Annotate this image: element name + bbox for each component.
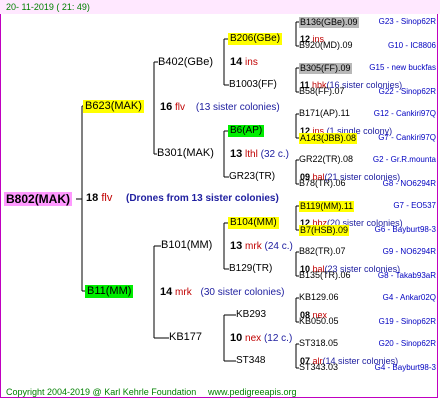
leaf-info: G9 - NO6294R — [382, 247, 436, 256]
leaf-name[interactable]: GR22(TR).08 — [299, 155, 353, 164]
n-b11-code: mrk — [175, 287, 192, 298]
n-b623-num: 16 — [160, 101, 173, 113]
n-b101-sis: (24 c.) — [264, 241, 293, 252]
leaf-info: G19 - Sinop62R — [378, 317, 436, 326]
n-b623[interactable]: B623(MAK) — [83, 100, 144, 113]
leaf-name[interactable]: B58(FF).07 — [299, 87, 345, 96]
leaf-info: G20 - Sinop62R — [378, 339, 436, 348]
root-fv-number: 18 — [86, 192, 99, 204]
n-b11-sis: (30 sister colonies) — [200, 287, 285, 298]
n-gr23[interactable]: GR23(TR) — [229, 172, 275, 182]
leaf-info: G7 - Cankiri97Q — [378, 133, 436, 142]
n-b101-code: mrk — [245, 241, 262, 252]
n-b104[interactable]: B104(MM) — [228, 217, 279, 229]
n-b101-fv: 13 mrk (24 c.) — [230, 241, 293, 252]
footer-copyright: Copyright 2004-2019 @ Karl Kehrle Founda… — [6, 387, 197, 397]
footer-url[interactable]: www.pedigreeapis.org — [208, 388, 297, 397]
leaf-name[interactable]: B78(TR).06 — [299, 179, 346, 188]
leaf-info: G6 - Bayburt98-3 — [374, 225, 436, 234]
leaf-name[interactable]: KB050.05 — [299, 317, 339, 326]
n-kb177-code: nex — [245, 333, 262, 344]
leaf-info: G8 - Takab93aR — [377, 271, 436, 280]
leaf-name[interactable]: B82(TR).07 — [299, 247, 346, 256]
root-fv: 18 flv — [86, 193, 112, 204]
leaf-name[interactable]: B135(TR).06 — [299, 271, 351, 280]
n-b11-num: 14 — [160, 286, 173, 298]
n-b1003[interactable]: B1003(FF) — [229, 80, 277, 90]
leaf-info: G2 - Gr.R.mounta — [372, 155, 436, 164]
leaf-name[interactable]: B7(HSB).09 — [299, 225, 350, 236]
root-drones: (Drones from 13 sister colonies) — [126, 193, 279, 204]
leaf-name[interactable]: ST318.05 — [299, 339, 338, 348]
n-kb177-num: 10 — [230, 332, 243, 344]
leaf-name[interactable]: B136(GBe).09 — [299, 17, 359, 28]
n-kb177[interactable]: KB177 — [169, 332, 202, 343]
n-b402-code: ins — [245, 57, 258, 68]
n-b301-code: lthl — [245, 149, 258, 160]
n-st348[interactable]: ST348 — [236, 356, 265, 366]
leaf-info: G22 - Sinop62R — [378, 87, 436, 96]
n-b623-fv: 16 flv (13 sister colonies) — [160, 102, 280, 113]
leaf-info: G23 - Sinop62R — [378, 17, 436, 26]
n-b11-fv: 14 mrk (30 sister colonies) — [160, 287, 284, 298]
n-b206[interactable]: B206(GBe) — [228, 33, 283, 45]
n-kb177-fv: 10 nex (12 c.) — [230, 333, 292, 344]
n-b101-num: 13 — [230, 240, 243, 252]
header-date: 20- 11-2019 ( 21: 49) — [6, 2, 90, 12]
n-b6[interactable]: B6(AP) — [228, 125, 265, 137]
n-b301-num: 13 — [230, 148, 243, 160]
leaf-info: G12 - Cankiri97Q — [373, 109, 436, 118]
n-b301[interactable]: B301(MAK) — [157, 148, 214, 159]
n-b11[interactable]: B11(MM) — [85, 285, 134, 298]
root-queen[interactable]: B802(MAK) — [4, 192, 73, 206]
leaf-info: G4 - Bayburt98-3 — [374, 363, 436, 372]
n-b301-fv: 13 lthl (32 c.) — [230, 149, 289, 160]
leaf-info: G7 - EO537 — [393, 201, 436, 210]
n-b301-sis: (32 c.) — [260, 149, 289, 160]
leaf-name[interactable]: B305(FF).09 — [299, 63, 352, 74]
n-b402-fv: 14 ins — [230, 57, 258, 68]
n-b101[interactable]: B101(MM) — [161, 240, 212, 251]
leaf-name[interactable]: ST343.03 — [299, 363, 338, 372]
n-b402-num: 14 — [230, 56, 243, 68]
n-b129[interactable]: B129(TR) — [229, 264, 272, 274]
leaf-info: G4 - Ankar02Q — [382, 293, 436, 302]
n-b402[interactable]: B402(GBe) — [158, 57, 213, 68]
leaf-info: G10 - IC8806 — [387, 41, 436, 50]
leaf-name[interactable]: B920(MD).09 — [299, 41, 353, 50]
leaf-name[interactable]: A143(JBB).08 — [299, 133, 358, 144]
n-kb293[interactable]: KB293 — [236, 310, 266, 320]
n-b623-code: flv — [175, 102, 186, 113]
root-fv-code: flv — [101, 192, 113, 204]
leaf-name[interactable]: B171(AP).11 — [299, 109, 350, 118]
n-b623-sis: (13 sister colonies) — [195, 102, 280, 113]
leaf-name[interactable]: KB129.06 — [299, 293, 339, 302]
leaf-name[interactable]: B119(MM).11 — [299, 201, 355, 212]
leaf-info: G8 - NO6294R — [382, 179, 436, 188]
leaf-info: G15 - new buckfas — [369, 63, 436, 72]
n-kb177-sis: (12 c.) — [263, 333, 293, 344]
